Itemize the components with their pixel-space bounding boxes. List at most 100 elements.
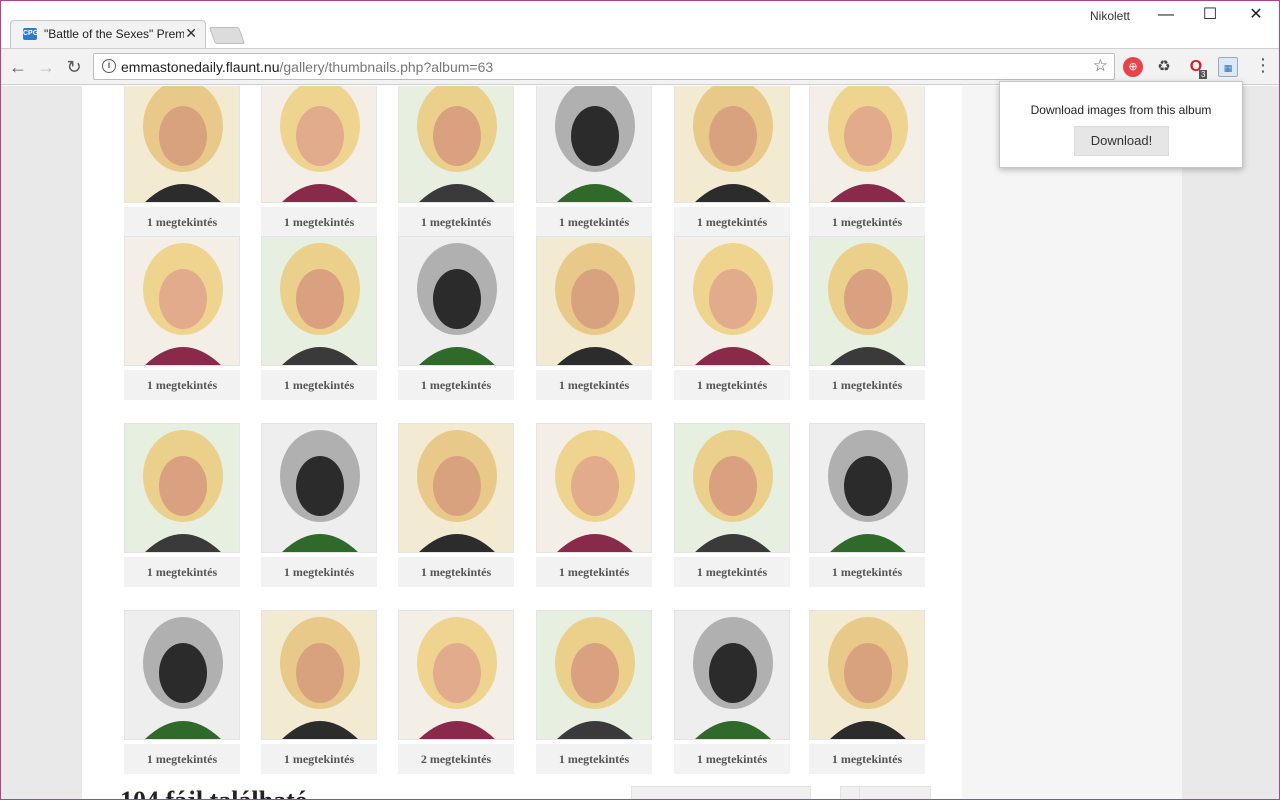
view-count: 1 megtekintés: [809, 207, 925, 237]
gallery-content: 1 megtekintés 1 megtekintés 1 megtekintés 1…: [82, 86, 962, 800]
recycle-icon[interactable]: ♻: [1154, 57, 1174, 77]
gallery-item: 1 megtekintés: [674, 610, 790, 774]
profile-name[interactable]: Nikolett: [1090, 9, 1130, 23]
extension-red-icon[interactable]: ⊕: [1123, 57, 1143, 77]
right-sidebar: [962, 86, 1182, 800]
thumbnail-image[interactable]: [398, 610, 514, 740]
thumbnail-image[interactable]: [398, 236, 514, 366]
thumbnail-image[interactable]: [124, 86, 240, 203]
site-favicon-icon: CPG: [23, 28, 38, 40]
pagination-box[interactable]: [631, 786, 811, 800]
thumbnail-image[interactable]: [261, 423, 377, 553]
view-count: 1 megtekintés: [536, 207, 652, 237]
extension-badge: 3: [1199, 70, 1208, 79]
gallery-item: 1 megtekintés: [398, 86, 514, 237]
thumbnail-image[interactable]: [261, 236, 377, 366]
thumbnail-image[interactable]: [261, 610, 377, 740]
menu-icon[interactable]: ⋮: [1254, 55, 1272, 76]
thumbnail-image[interactable]: [536, 236, 652, 366]
thumbnail-image[interactable]: [674, 86, 790, 203]
gallery-item: 1 megtekintés: [398, 423, 514, 587]
gallery-item: 1 megtekintés: [124, 86, 240, 237]
thumbnail-image[interactable]: [124, 423, 240, 553]
popup-message: Download images from this album: [1030, 103, 1212, 117]
bookmark-star-icon[interactable]: ☆: [1093, 56, 1108, 76]
view-count: 1 megtekintés: [536, 744, 652, 774]
gallery-item: 2 megtekintés: [398, 610, 514, 774]
thumbnail-image[interactable]: [398, 86, 514, 203]
view-count: 1 megtekintés: [674, 557, 790, 587]
download-button[interactable]: Download!: [1074, 126, 1169, 156]
title-bar: CPG "Battle of the Sexes" Prem ✕ Nikolet…: [0, 0, 1280, 48]
reload-icon[interactable]: ↻: [62, 55, 86, 79]
minimize-icon[interactable]: —: [1151, 4, 1181, 26]
thumbnail-image[interactable]: [261, 86, 377, 203]
gallery-item: 1 megtekintés: [809, 236, 925, 400]
back-icon[interactable]: ←: [6, 55, 30, 79]
address-bar[interactable]: i emmastonedaily.flaunt.nu/gallery/thumb…: [93, 53, 1115, 80]
view-count: 1 megtekintés: [398, 557, 514, 587]
view-count: 1 megtekintés: [674, 744, 790, 774]
thumbnail-image[interactable]: [674, 423, 790, 553]
browser-toolbar: ← → ↻ i emmastonedaily.flaunt.nu/gallery…: [0, 48, 1280, 85]
view-count: 1 megtekintés: [261, 557, 377, 587]
gallery-item: 1 megtekintés: [536, 423, 652, 587]
close-tab-icon[interactable]: ✕: [185, 25, 197, 42]
url-text[interactable]: emmastonedaily.flaunt.nu/gallery/thumbna…: [121, 59, 493, 75]
thumbnail-image[interactable]: [536, 423, 652, 553]
gallery-item: 1 megtekintés: [124, 423, 240, 587]
view-count: 1 megtekintés: [674, 370, 790, 400]
gallery-item: 1 megtekintés: [398, 236, 514, 400]
view-count: 1 megtekintés: [261, 207, 377, 237]
tab-title: "Battle of the Sexes" Prem: [44, 27, 184, 41]
download-popup: Download images from this album Download…: [999, 81, 1243, 168]
gallery-item: 1 megtekintés: [809, 423, 925, 587]
gallery-item: 1 megtekintés: [674, 86, 790, 237]
pagination-box[interactable]: [859, 786, 931, 800]
view-count: 1 megtekintés: [809, 557, 925, 587]
thumbnail-image[interactable]: [809, 236, 925, 366]
view-count: 2 megtekintés: [398, 744, 514, 774]
view-count: 1 megtekintés: [124, 744, 240, 774]
url-host: emmastonedaily.flaunt.nu: [121, 59, 280, 75]
thumbnail-image[interactable]: [809, 86, 925, 203]
thumbnail-image[interactable]: [674, 610, 790, 740]
gallery-item: 1 megtekintés: [674, 236, 790, 400]
gallery-item: 1 megtekintés: [536, 236, 652, 400]
forward-icon[interactable]: →: [34, 55, 58, 79]
info-icon[interactable]: i: [102, 59, 116, 73]
view-count: 1 megtekintés: [674, 207, 790, 237]
thumbnail-image[interactable]: [809, 610, 925, 740]
gallery-item: 1 megtekintés: [261, 236, 377, 400]
maximize-icon[interactable]: ☐: [1195, 4, 1225, 26]
thumbnail-image[interactable]: [674, 236, 790, 366]
download-images-extension-icon[interactable]: ▦: [1218, 57, 1238, 77]
thumbnail-image[interactable]: [398, 423, 514, 553]
view-count: 1 megtekintés: [398, 370, 514, 400]
thumbnail-image[interactable]: [124, 236, 240, 366]
view-count: 1 megtekintés: [261, 370, 377, 400]
gallery-item: 1 megtekintés: [261, 86, 377, 237]
view-count: 1 megtekintés: [124, 370, 240, 400]
new-tab-button[interactable]: [208, 27, 246, 44]
view-count: 1 megtekintés: [398, 207, 514, 237]
view-count: 1 megtekintés: [536, 557, 652, 587]
thumbnail-image[interactable]: [124, 610, 240, 740]
gallery-item: 1 megtekintés: [124, 610, 240, 774]
pagination-box[interactable]: [840, 786, 860, 800]
thumbnail-image[interactable]: [809, 423, 925, 553]
close-window-icon[interactable]: ✕: [1241, 4, 1271, 26]
thumbnail-image[interactable]: [536, 86, 652, 203]
gallery-item: 1 megtekintés: [536, 610, 652, 774]
browser-tab[interactable]: CPG "Battle of the Sexes" Prem ✕: [10, 20, 206, 48]
gallery-item: 1 megtekintés: [809, 86, 925, 237]
web-page: 1 megtekintés 1 megtekintés 1 megtekintés 1…: [1, 86, 1279, 800]
thumbnail-image[interactable]: [536, 610, 652, 740]
gallery-item: 1 megtekintés: [124, 236, 240, 400]
file-count-heading: 104 fájl található: [120, 786, 308, 800]
gallery-item: 1 megtekintés: [809, 610, 925, 774]
gallery-item: 1 megtekintés: [674, 423, 790, 587]
view-count: 1 megtekintés: [124, 557, 240, 587]
view-count: 1 megtekintés: [536, 370, 652, 400]
url-path: /gallery/thumbnails.php?album=63: [279, 59, 494, 75]
